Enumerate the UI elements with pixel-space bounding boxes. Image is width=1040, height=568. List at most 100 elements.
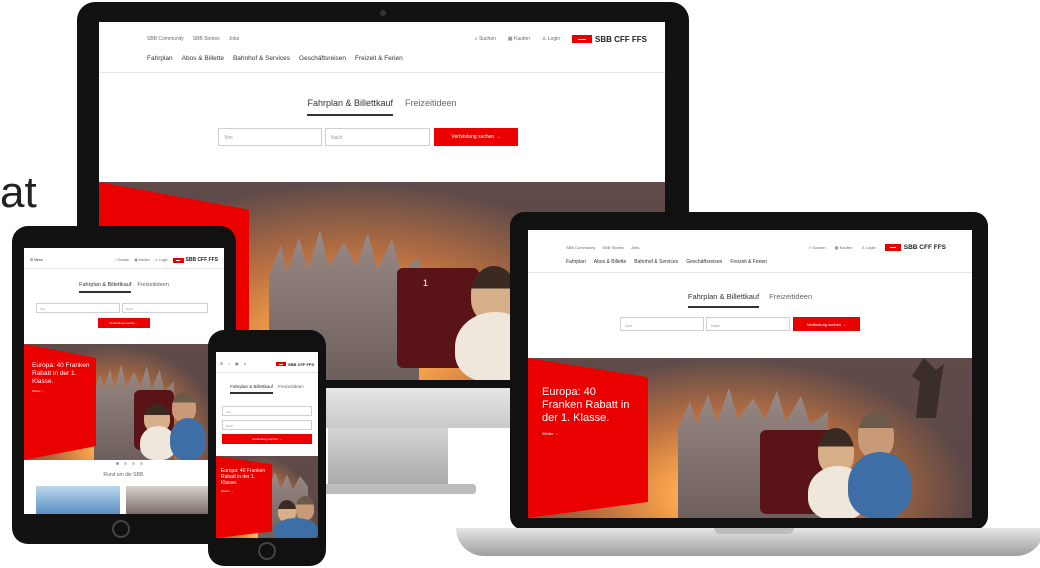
- phone-nav-divider: [216, 372, 318, 373]
- toplink-stories[interactable]: SBB Stories: [193, 36, 220, 42]
- phone-promo-title: Europa: 40 Franken Rabatt in der 1. Klas…: [221, 468, 266, 486]
- nav-abos[interactable]: Abos & Billette: [182, 55, 224, 62]
- phone-sbb-logo-text: SBB CFF FFS: [288, 361, 314, 367]
- toplink-jobs[interactable]: Jobs: [229, 36, 240, 42]
- laptop-nav-divider: [528, 272, 972, 273]
- tablet-from-input[interactable]: Von: [36, 303, 120, 313]
- carousel-dot[interactable]: [140, 462, 143, 465]
- tablet-promo-panel[interactable]: Europa: 40 Franken Rabatt in der 1. Klas…: [24, 344, 96, 460]
- seat-number: 1: [423, 278, 429, 288]
- tablet-carousel-dots[interactable]: [116, 462, 143, 465]
- laptop-search-button[interactable]: ⌕ Suchen: [809, 245, 826, 250]
- laptop-nav-bahnhof[interactable]: Bahnhof & Services: [634, 259, 678, 265]
- tablet-search-connection-button[interactable]: Verbindung suchen →: [98, 318, 150, 328]
- laptop-promo-title: Europa: 40 Franken Rabatt in der 1. Klas…: [542, 386, 630, 424]
- laptop-search-connection-button[interactable]: Verbindung suchen →: [793, 317, 860, 331]
- laptop-promo-panel[interactable]: Europa: 40 Franken Rabatt in der 1. Klas…: [528, 358, 648, 518]
- phone-to-input[interactable]: Nach: [222, 420, 312, 430]
- tablet-menu-button[interactable]: ☰ Menu: [30, 258, 43, 262]
- tablet-hero-banner: Europa: 40 Franken Rabatt in der 1. Klas…: [24, 344, 224, 460]
- tablet-passenger-shirt: [170, 418, 206, 460]
- laptop-nav-fahrplan[interactable]: Fahrplan: [566, 259, 586, 265]
- tablet-tab-freizeit[interactable]: Freizeitideen: [137, 282, 169, 293]
- laptop-nav-geschaeft[interactable]: Geschäftsreisen: [686, 259, 722, 265]
- laptop-sbb-logo[interactable]: SBB CFF FFS: [884, 243, 946, 251]
- phone-passengers-body: [274, 518, 318, 538]
- laptop-statue-image: [912, 358, 944, 418]
- tablet-login-button[interactable]: ♙ Login: [155, 258, 168, 262]
- nav-freizeit[interactable]: Freizeit & Ferien: [355, 55, 403, 62]
- tab-fahrplan[interactable]: Fahrplan & Billettkauf: [307, 98, 393, 116]
- search-connection-button[interactable]: Verbindung suchen →: [434, 128, 518, 146]
- carousel-dot[interactable]: [132, 462, 135, 465]
- to-input[interactable]: Nach: [325, 128, 430, 146]
- laptop-promo-link[interactable]: Weiter →: [542, 431, 640, 436]
- phone-screen: ☰ ⌕ ▦ ♙ SBB CFF FFS Fahrplan & Billettka…: [216, 352, 318, 538]
- tablet-promo-title: Europa: 40 Franken Rabatt in der 1. Klas…: [32, 362, 90, 385]
- tablet-screen: ☰ Menu ⌕ Suchen ▦ Kaufen ♙ Login SBB CFF…: [24, 248, 224, 514]
- laptop-cart-button[interactable]: ▦ Kaufen: [835, 245, 853, 250]
- laptop-nav-abos[interactable]: Abos & Billette: [594, 259, 627, 265]
- phone-sbb-logo[interactable]: SBB CFF FFS: [276, 362, 314, 367]
- phone-home-button[interactable]: [258, 542, 276, 560]
- carousel-dot[interactable]: [116, 462, 119, 465]
- phone-passenger-man: [296, 496, 314, 520]
- phone-from-input[interactable]: Von: [222, 406, 312, 416]
- tablet-teaser-image-1[interactable]: [36, 486, 120, 514]
- tablet-home-button[interactable]: [112, 520, 130, 538]
- phone-user-icon[interactable]: ♙: [243, 362, 246, 366]
- cart-label: Kaufen: [514, 36, 530, 42]
- laptop-toplink-stories[interactable]: SBB Stories: [602, 245, 624, 250]
- laptop-sbb-logo-mark: [884, 243, 901, 251]
- laptop-login-button[interactable]: ♙ Login: [861, 245, 876, 250]
- laptop-cart-label: Kaufen: [839, 244, 853, 250]
- slide-text-fragment: at: [0, 168, 37, 217]
- laptop-from-input[interactable]: Von: [620, 317, 704, 331]
- laptop-screen: SBB Community SBB Stories Jobs ⌕ Suchen …: [528, 230, 972, 518]
- phone-promo-panel[interactable]: Europa: 40 Franken Rabatt in der 1. Klas…: [216, 456, 272, 538]
- laptop-search-label: Suchen: [812, 244, 826, 250]
- phone-tab-freizeit[interactable]: Freizeitideen: [278, 384, 304, 394]
- phone-promo-link[interactable]: Weiter →: [221, 489, 269, 493]
- laptop-passenger-shirt: [848, 452, 912, 518]
- tablet-tab-fahrplan[interactable]: Fahrplan & Billettkauf: [79, 282, 132, 293]
- phone-tab-fahrplan[interactable]: Fahrplan & Billettkauf: [230, 384, 273, 394]
- nav-bahnhof[interactable]: Bahnhof & Services: [233, 55, 290, 62]
- monitor-stand: [328, 428, 448, 486]
- tablet-teaser-image-2[interactable]: [126, 486, 212, 514]
- laptop-tab-fahrplan[interactable]: Fahrplan & Billettkauf: [687, 292, 760, 308]
- sbb-logo-mark: [572, 35, 592, 43]
- laptop-tab-freizeit[interactable]: Freizeitideen: [769, 292, 812, 308]
- toplink-community[interactable]: SBB Community: [147, 36, 184, 42]
- laptop-nav-freizeit[interactable]: Freizeit & Ferien: [730, 259, 767, 265]
- webcam-icon: [380, 10, 386, 16]
- cart-button[interactable]: ▦ Kaufen: [508, 36, 530, 42]
- phone-sbb-logo-mark: [276, 362, 286, 366]
- tablet-search-button[interactable]: ⌕ Suchen: [115, 258, 130, 262]
- monitor-foot: [300, 484, 476, 494]
- laptop-toplink-jobs[interactable]: Jobs: [631, 245, 639, 250]
- sbb-logo[interactable]: SBB CFF FFS: [572, 35, 647, 44]
- phone-cart-icon[interactable]: ▦: [235, 362, 238, 366]
- tablet-cart-button[interactable]: ▦ Kaufen: [134, 258, 149, 262]
- phone-search-icon[interactable]: ⌕: [228, 362, 230, 366]
- carousel-dot[interactable]: [124, 462, 127, 465]
- from-input[interactable]: Von: [218, 128, 322, 146]
- tab-freizeit[interactable]: Freizeitideen: [405, 98, 457, 116]
- laptop-to-input[interactable]: Nach: [706, 317, 790, 331]
- laptop-hero-banner: Europa: 40 Franken Rabatt in der 1. Klas…: [528, 358, 972, 518]
- tablet-promo-link[interactable]: Weiter →: [32, 389, 92, 393]
- phone-menu-icon[interactable]: ☰: [220, 362, 223, 366]
- tablet-to-input[interactable]: Nach: [122, 303, 208, 313]
- nav-fahrplan[interactable]: Fahrplan: [147, 55, 173, 62]
- tablet-sbb-logo[interactable]: SBB CFF FFS: [172, 257, 219, 263]
- phone-search-connection-button[interactable]: Verbindung suchen →: [222, 434, 312, 444]
- tablet-sbb-logo-text: SBB CFF FFS: [185, 257, 219, 263]
- laptop-passenger-man: [858, 412, 894, 458]
- tablet-section-title: Rund um die SBB.: [103, 472, 145, 478]
- nav-geschaeft[interactable]: Geschäftsreisen: [299, 55, 346, 62]
- laptop-toplink-community[interactable]: SBB Community: [566, 245, 595, 250]
- tablet-menu-label: Menu: [34, 258, 43, 262]
- search-button[interactable]: ⌕ Suchen: [475, 36, 496, 42]
- login-button[interactable]: ♙ Login: [542, 36, 560, 42]
